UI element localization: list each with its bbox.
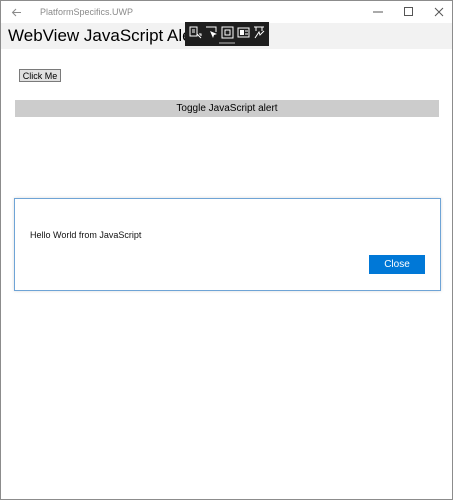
click-me-button[interactable]: Click Me bbox=[19, 69, 61, 82]
alert-close-button[interactable]: Close bbox=[369, 255, 425, 274]
debug-toolbar bbox=[185, 22, 269, 46]
minimize-button[interactable] bbox=[363, 1, 393, 23]
close-icon bbox=[434, 7, 444, 17]
live-visual-tree-icon[interactable] bbox=[189, 26, 202, 39]
maximize-icon bbox=[404, 7, 413, 16]
minimize-icon bbox=[373, 11, 383, 13]
select-element-icon[interactable] bbox=[205, 26, 218, 39]
toolbar-drag-handle[interactable] bbox=[219, 42, 235, 44]
maximize-button[interactable] bbox=[394, 1, 424, 23]
hot-reload-icon[interactable] bbox=[253, 26, 266, 39]
javascript-alert-dialog: Hello World from JavaScript Close bbox=[14, 198, 441, 291]
app-window: PlatformSpecifics.UWP WebView JavaScript… bbox=[0, 0, 453, 500]
back-arrow-icon bbox=[11, 8, 21, 16]
alert-message: Hello World from JavaScript bbox=[30, 230, 142, 240]
page-title: WebView JavaScript Alert bbox=[8, 26, 203, 45]
app-title: PlatformSpecifics.UWP bbox=[40, 7, 134, 17]
window-close-button[interactable] bbox=[424, 1, 453, 23]
back-button[interactable] bbox=[5, 1, 27, 23]
toggle-javascript-alert-button[interactable]: Toggle JavaScript alert bbox=[15, 100, 439, 117]
title-bar: PlatformSpecifics.UWP bbox=[1, 1, 452, 23]
display-layout-adorners-icon[interactable] bbox=[221, 26, 234, 39]
track-focus-icon[interactable] bbox=[237, 26, 250, 39]
